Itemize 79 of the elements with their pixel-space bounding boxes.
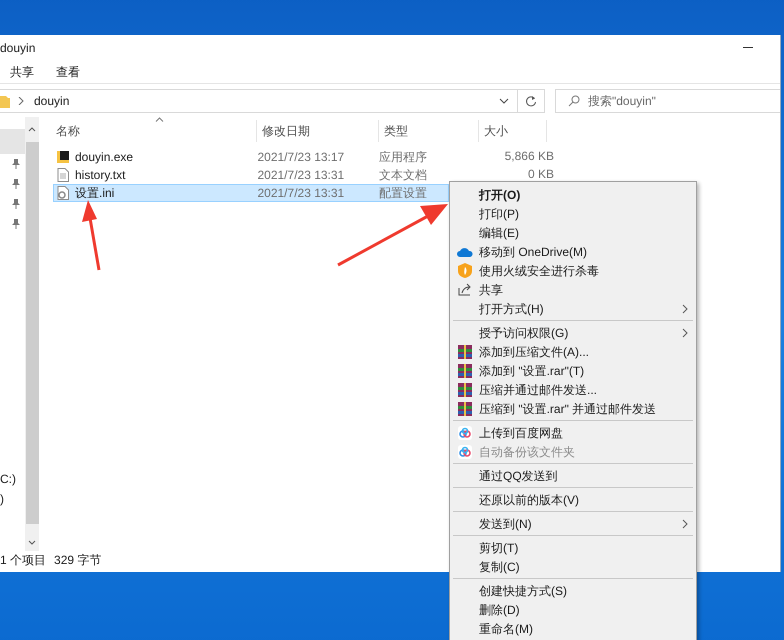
file-name: 设置.ini <box>75 185 114 202</box>
nav-item[interactable]: ) <box>0 492 16 506</box>
menu-archive-icon <box>458 382 472 396</box>
dropdown-icon[interactable] <box>499 98 509 104</box>
status-item-count: 1 个项目 <box>0 552 46 568</box>
menu-item[interactable]: 添加到压缩文件(A)... <box>450 342 696 361</box>
refresh-icon <box>525 94 537 106</box>
file-icon <box>56 186 70 200</box>
window-title: douyin <box>0 40 36 56</box>
address-path: douyin <box>34 92 70 110</box>
menu-item[interactable]: 使用火绒安全进行杀毒 <box>450 261 696 280</box>
menu-netdisk-icon <box>458 444 472 458</box>
file-type: 文本文档 <box>379 168 428 182</box>
menu-shield-icon <box>458 263 472 278</box>
file-name: douyin.exe <box>75 149 134 166</box>
file-type: 应用程序 <box>379 150 428 164</box>
folder-icon <box>0 94 10 108</box>
file-row[interactable]: douyin.exe 2021/7/23 13:17 应用程序 <box>53 148 449 166</box>
menu-archive-icon <box>458 364 472 378</box>
menu-item[interactable]: 打开方式(H) <box>450 299 696 318</box>
menu-item[interactable]: 移动到 OneDrive(M) <box>450 242 696 261</box>
menu-item[interactable]: 删除(D) <box>450 600 696 619</box>
menu-cloud-icon <box>457 246 473 256</box>
menu-item[interactable]: 复制(C) <box>450 557 696 576</box>
column-header[interactable]: 修改日期 <box>257 120 379 142</box>
column-header[interactable]: 名称 <box>53 120 257 142</box>
menu-item[interactable]: 编辑(E) <box>450 223 696 242</box>
scrollbar[interactable] <box>25 117 39 551</box>
menu-item[interactable]: 共享 <box>450 280 696 299</box>
menu-archive-icon <box>458 344 472 358</box>
chevron-right-icon <box>18 96 24 104</box>
column-header[interactable]: 类型 <box>379 120 479 142</box>
nav-highlight <box>0 129 25 154</box>
menu-item[interactable]: 创建快捷方式(S) <box>450 581 696 600</box>
scroll-thumb[interactable] <box>26 142 38 524</box>
menu-item[interactable]: 剪切(T) <box>450 538 696 557</box>
search-input: 搜索"douyin" <box>588 92 768 110</box>
file-row[interactable]: history.txt 2021/7/23 13:31 文本文档 <box>53 166 449 184</box>
minimize-icon <box>743 46 753 48</box>
menu-item[interactable]: 打印(P) <box>450 204 696 223</box>
pin-icon <box>12 199 20 211</box>
menu-netdisk-icon <box>458 426 472 440</box>
menu-item[interactable]: 还原以前的版本(V) <box>450 490 696 509</box>
nav-item[interactable]: C:) <box>0 472 16 486</box>
refresh-button[interactable] <box>518 88 545 112</box>
status-file-size: 329 字节 <box>54 552 102 568</box>
file-type: 配置设置 <box>379 186 428 200</box>
menu-item[interactable]: 压缩并通过邮件发送... <box>450 380 696 399</box>
file-row[interactable]: 设置.ini 2021/7/23 13:31 配置设置 <box>53 184 449 202</box>
search-field[interactable]: 搜索"douyin" <box>555 88 780 112</box>
menu-archive-icon <box>458 402 472 416</box>
search-icon <box>568 94 580 106</box>
pin-icon <box>12 219 20 231</box>
file-size: 0 KB <box>526 166 554 183</box>
menu-share-icon <box>458 283 472 296</box>
column-header[interactable]: 大小 <box>479 120 547 142</box>
scroll-down-icon[interactable] <box>28 540 36 545</box>
ribbon-tab[interactable]: 查看 <box>56 62 80 80</box>
pin-icon <box>12 179 20 191</box>
sort-caret-icon <box>155 117 164 122</box>
address-bar[interactable]: douyin <box>0 88 518 112</box>
file-date: 2021/7/23 13:31 <box>257 168 344 182</box>
ribbon-tab[interactable]: 共享 <box>10 62 34 80</box>
menu-item[interactable]: 通过QQ发送到 <box>450 466 696 485</box>
menu-item[interactable]: 授予访问权限(G) <box>450 323 696 342</box>
scroll-up-icon[interactable] <box>28 127 36 132</box>
file-date: 2021/7/23 13:17 <box>257 150 344 164</box>
menu-item[interactable]: 添加到 "设置.rar"(T) <box>450 361 696 380</box>
file-date: 2021/7/23 13:31 <box>257 186 344 200</box>
file-size: 5,866 KB <box>504 148 554 165</box>
menu-item[interactable]: 上传到百度网盘 <box>450 423 696 442</box>
menu-item[interactable]: 重命名(M) <box>450 619 696 638</box>
menu-item[interactable]: 打开(O) <box>450 185 696 204</box>
file-icon <box>56 150 70 164</box>
file-icon <box>56 168 70 182</box>
file-name: history.txt <box>75 167 126 184</box>
menu-item[interactable]: 发送到(N) <box>450 514 696 533</box>
menu-item[interactable]: 压缩到 "设置.rar" 并通过邮件发送 <box>450 399 696 418</box>
pin-icon <box>12 159 20 171</box>
